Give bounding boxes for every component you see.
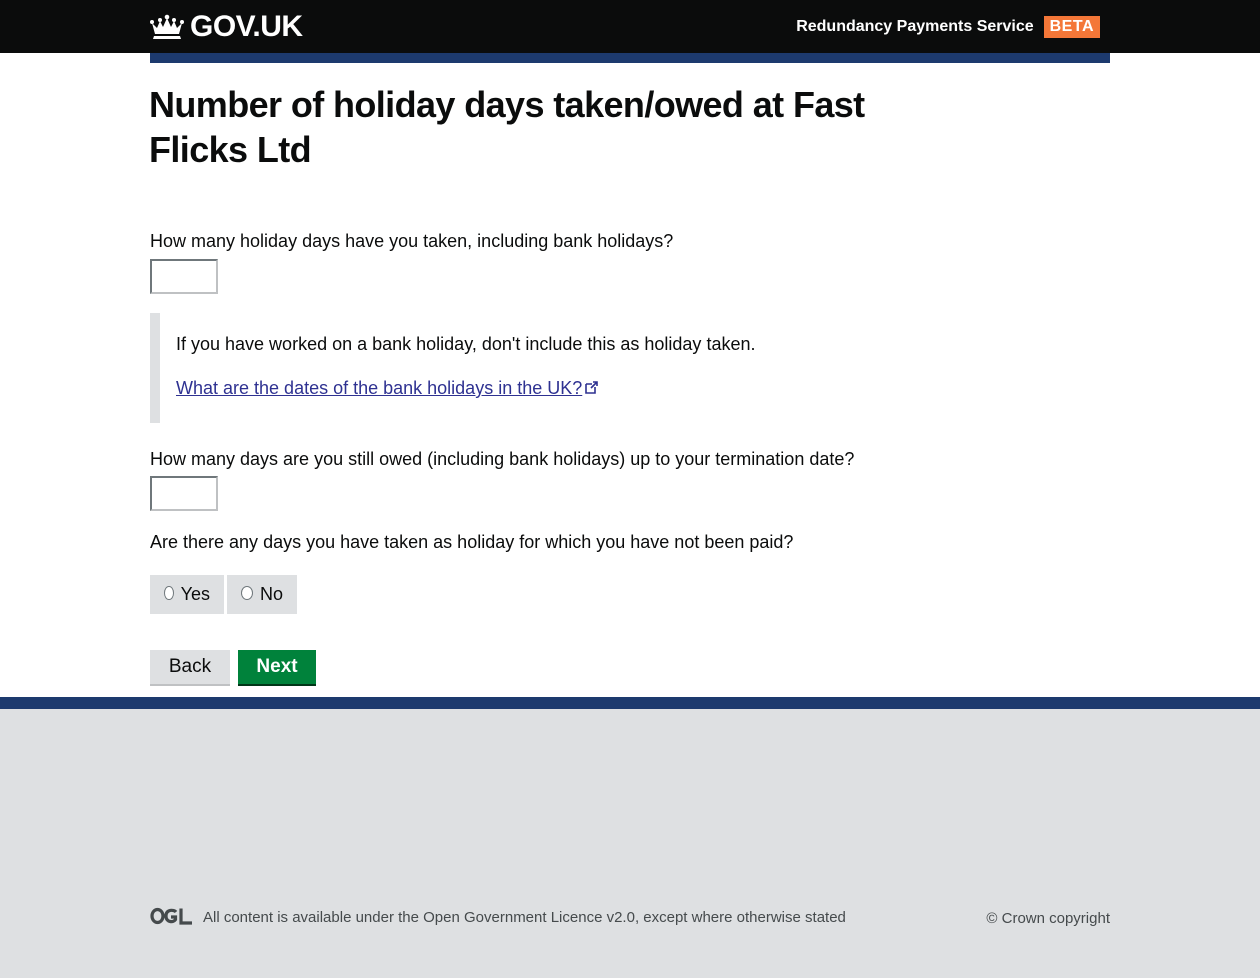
radio-yes-label: Yes [180, 584, 210, 604]
days-owed-input[interactable] [150, 476, 218, 511]
next-button[interactable]: Next [238, 650, 316, 684]
licence-text: All content is available under the Open … [203, 909, 846, 926]
bank-holidays-link[interactable]: What are the dates of the bank holidays … [176, 377, 599, 399]
radio-no-option[interactable]: No [227, 575, 297, 614]
header-accent-bar [150, 53, 1110, 63]
back-button[interactable]: Back [150, 650, 230, 684]
service-area: Redundancy Payments Service BETA [796, 16, 1100, 38]
external-link-icon [585, 381, 599, 394]
licence-prefix: All content is available under the [203, 909, 424, 926]
phase-tag: BETA [1043, 16, 1100, 38]
unpaid-days-question: Are there any days you have taken as hol… [150, 532, 794, 552]
site-footer: All content is available under the Open … [0, 697, 1260, 978]
radio-no-circle[interactable] [241, 585, 253, 600]
radio-yes-circle[interactable] [164, 585, 174, 600]
govuk-logo-link[interactable]: GOV.UK [150, 12, 303, 42]
radio-no-label: No [259, 584, 283, 604]
licence-suffix: , except where otherwise stated [634, 909, 846, 926]
service-name-link[interactable]: Redundancy Payments Service [796, 18, 1033, 36]
crown-copyright-link[interactable]: © Crown copyright [986, 910, 1110, 927]
ogl-logo-icon [150, 907, 192, 925]
inset-text-panel: If you have worked on a bank holiday, do… [150, 313, 810, 423]
days-taken-input[interactable] [150, 259, 218, 294]
crown-icon [150, 14, 184, 39]
page-title: Number of holiday days taken/owed at Fas… [149, 84, 865, 170]
days-owed-label: How many days are you still owed (includ… [150, 449, 855, 469]
licence-link[interactable]: Open Government Licence v2.0 [423, 909, 635, 926]
bank-holidays-link-text: What are the dates of the bank holidays … [176, 378, 583, 398]
days-taken-label: How many holiday days have you taken, in… [150, 231, 674, 251]
logo-text: GOV.UK [190, 10, 303, 43]
radio-yes-option[interactable]: Yes [150, 575, 224, 614]
site-header: GOV.UK Redundancy Payments Service BETA [0, 0, 1260, 53]
bank-holiday-hint: If you have worked on a bank holiday, do… [176, 334, 756, 354]
